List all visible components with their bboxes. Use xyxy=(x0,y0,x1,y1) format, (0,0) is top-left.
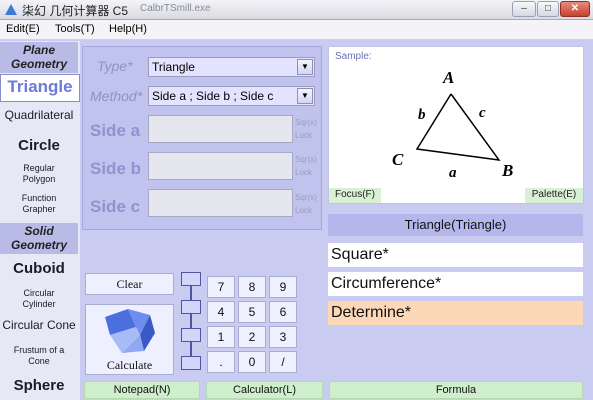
determine-result: Determine* xyxy=(328,301,583,325)
side-a-mark: a xyxy=(449,165,457,181)
side-c-label: Side c xyxy=(90,197,141,216)
triangle-diagram: A B C a b c xyxy=(392,68,513,181)
memory-slot[interactable] xyxy=(181,272,201,286)
formula-button[interactable]: Formula xyxy=(329,381,583,399)
background-window-title: CalbrTSmill.exe xyxy=(140,3,211,14)
chevron-down-icon[interactable]: ▼ xyxy=(297,59,313,75)
type-label: Type* xyxy=(97,58,133,74)
side-b-label: Side b xyxy=(90,159,142,178)
triangle-shape xyxy=(415,93,501,161)
chevron-down-icon[interactable]: ▼ xyxy=(297,88,313,104)
key-divide[interactable]: / xyxy=(269,351,297,373)
sample-panel: Sample: A B C a b c Focus(F) Palette(E) xyxy=(328,46,584,204)
sidebar-item-regular-polygon[interactable]: Regular Polygon xyxy=(0,163,78,185)
solid-geometry-header: Solid Geometry xyxy=(0,223,78,254)
sidebar-item-circular-cylinder[interactable]: Circular Cylinder xyxy=(0,288,78,310)
key-4[interactable]: 4 xyxy=(207,301,235,323)
side-c-options[interactable]: Sqr(x) Lock xyxy=(295,193,317,216)
sidebar-item-function-grapher[interactable]: Function Grapher xyxy=(0,193,78,215)
clear-button[interactable]: Clear xyxy=(85,273,174,295)
sidebar-item-frustum-of-a-cone[interactable]: Frustum of a Cone xyxy=(0,345,78,367)
sidebar-item-circle[interactable]: Circle xyxy=(0,137,78,154)
calculator-button[interactable]: Calculator(L) xyxy=(206,381,323,399)
sidebar-item-circular-cone[interactable]: Circular Cone xyxy=(0,318,78,332)
sidebar-item-quadrilateral[interactable]: Quadrilateral xyxy=(0,108,78,122)
calculate-label: Calculate xyxy=(106,358,153,372)
side-a-label: Side a xyxy=(90,121,141,140)
vertex-b-label: B xyxy=(501,161,513,180)
shape-sidebar: Plane Geometry Triangle Quadrilateral Cir… xyxy=(0,41,80,400)
key-7[interactable]: 7 xyxy=(207,276,235,298)
key-5[interactable]: 5 xyxy=(238,301,266,323)
notepad-button[interactable]: Notepad(N) xyxy=(84,381,200,399)
method-select[interactable]: Side a ; Side b ; Side c ▼ xyxy=(148,86,315,106)
minimize-button[interactable]: – xyxy=(512,1,536,17)
sidebar-item-cuboid[interactable]: Cuboid xyxy=(0,260,78,277)
sidebar-item-sphere[interactable]: Sphere xyxy=(0,377,78,394)
vertex-a-label: A xyxy=(442,68,454,87)
memory-connector xyxy=(190,314,192,328)
menu-tools[interactable]: Tools(T) xyxy=(55,23,95,35)
side-a-input[interactable] xyxy=(148,115,293,143)
title-bar: 柒幻 几何计算器 C5 CalbrTSmill.exe – □ ✕ xyxy=(0,0,593,20)
side-c-input[interactable] xyxy=(148,189,293,217)
type-select[interactable]: Triangle ▼ xyxy=(148,57,315,77)
calculate-logo-icon xyxy=(105,309,155,353)
key-6[interactable]: 6 xyxy=(269,301,297,323)
key-dot[interactable]: . xyxy=(207,351,235,373)
menu-edit[interactable]: Edit(E) xyxy=(6,23,40,35)
focus-button[interactable]: Focus(F) xyxy=(329,188,381,203)
memory-slot[interactable] xyxy=(181,300,201,314)
memory-stack xyxy=(181,272,205,378)
close-button[interactable]: ✕ xyxy=(560,1,590,17)
side-b-options[interactable]: Sqr(x) Lock xyxy=(295,155,317,178)
side-b-input[interactable] xyxy=(148,152,293,180)
method-label: Method* xyxy=(90,88,143,104)
key-1[interactable]: 1 xyxy=(207,326,235,348)
key-0[interactable]: 0 xyxy=(238,351,266,373)
keypad: 7 8 9 4 5 6 1 2 3 . 0 / xyxy=(207,276,299,376)
key-9[interactable]: 9 xyxy=(269,276,297,298)
method-select-value: Side a ; Side b ; Side c xyxy=(152,89,274,103)
memory-connector xyxy=(190,286,192,300)
type-select-value: Triangle xyxy=(152,60,195,74)
window-title: 柒幻 几何计算器 C5 xyxy=(22,4,129,18)
key-3[interactable]: 3 xyxy=(269,326,297,348)
circumference-result: Circumference* xyxy=(328,272,583,296)
maximize-button[interactable]: □ xyxy=(537,1,559,17)
vertex-c-label: C xyxy=(392,150,404,169)
plane-geometry-header: Plane Geometry xyxy=(0,42,78,73)
calculate-button[interactable]: Calculate xyxy=(85,304,174,375)
memory-slot[interactable] xyxy=(181,328,201,342)
memory-slot[interactable] xyxy=(181,356,201,370)
side-a-options[interactable]: Sqr(x) Lock xyxy=(295,118,317,141)
key-8[interactable]: 8 xyxy=(238,276,266,298)
menu-help[interactable]: Help(H) xyxy=(109,23,147,35)
shape-title: Triangle(Triangle) xyxy=(328,214,583,236)
sidebar-item-triangle[interactable]: Triangle xyxy=(0,74,80,102)
square-result: Square* xyxy=(328,243,583,267)
memory-connector xyxy=(190,342,192,356)
palette-button[interactable]: Palette(E) xyxy=(525,188,583,203)
side-c-mark: c xyxy=(479,105,486,121)
side-b-mark: b xyxy=(418,107,426,123)
menu-bar: Edit(E) Tools(T) Help(H) xyxy=(0,20,593,40)
key-2[interactable]: 2 xyxy=(238,326,266,348)
app-logo-icon xyxy=(5,4,17,15)
